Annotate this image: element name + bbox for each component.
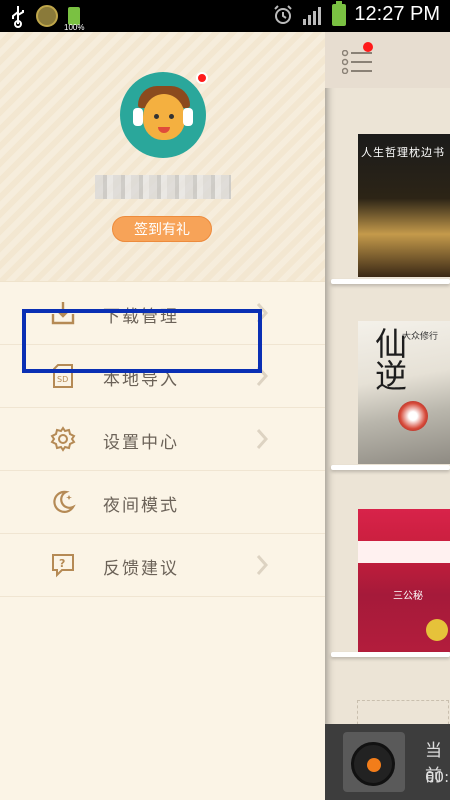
- usb-icon: [12, 6, 24, 28]
- book-author: 大众修行: [402, 332, 439, 342]
- menu-item-settings[interactable]: 设置中心: [0, 408, 325, 471]
- book-title: 人生哲理枕边书: [361, 146, 445, 159]
- gear-icon: [50, 426, 76, 452]
- menu-item-label: 夜间模式: [103, 496, 179, 516]
- player-time: 00:: [425, 768, 450, 786]
- shelf-divider: [331, 652, 450, 657]
- avatar[interactable]: [120, 72, 206, 158]
- clock: 12:27 PM: [354, 3, 440, 25]
- profile-header: 签到有礼: [0, 32, 325, 282]
- book-cover[interactable]: 三公秘: [358, 509, 450, 652]
- signin-reward-button[interactable]: 签到有礼: [112, 216, 212, 242]
- menu-notification-dot: [363, 42, 373, 52]
- menu-item-feedback[interactable]: ? 反馈建议: [0, 534, 325, 597]
- book-cover[interactable]: 人生哲理枕边书: [358, 134, 450, 277]
- signal-icon: [303, 6, 322, 25]
- battery-icon: [332, 0, 347, 26]
- menu-item-label: 设置中心: [103, 433, 179, 453]
- menu-item-night-mode[interactable]: 夜间模式: [0, 471, 325, 534]
- feedback-icon: ?: [52, 554, 74, 578]
- chevron-right-icon: [256, 555, 269, 575]
- navigation-drawer: 签到有礼 下载管理 SD 本地导入 设置中心 夜间模式 ? 反馈建议: [0, 32, 325, 800]
- battery-notification-text: 100%: [64, 23, 85, 32]
- shelf-divider: [331, 465, 450, 470]
- chevron-right-icon: [256, 429, 269, 449]
- book-title: 三公秘: [393, 591, 423, 602]
- battery-notification-icon: 100%: [64, 7, 84, 32]
- highlight-box: [22, 309, 262, 373]
- svg-text:SD: SD: [57, 375, 68, 384]
- shelf-divider: [331, 279, 450, 284]
- svg-text:?: ?: [59, 557, 65, 570]
- audio-player-bar[interactable]: 当前 00:: [325, 724, 450, 800]
- book-cover[interactable]: 仙逆 大众修行: [358, 321, 450, 464]
- bookshelf-panel: 人生哲理枕边书 仙逆 大众修行 三公秘 当前 00:: [325, 32, 450, 800]
- username-blurred: [95, 175, 231, 199]
- app-notification-icon: [36, 5, 58, 27]
- shelf-topbar: [325, 32, 450, 88]
- alarm-icon: [274, 4, 293, 24]
- record-icon: [343, 732, 405, 792]
- menu-list-icon[interactable]: [342, 50, 374, 74]
- avatar-notification-dot: [196, 72, 208, 84]
- moon-icon: [53, 490, 76, 513]
- status-bar: 100% 12:27 PM: [0, 0, 450, 32]
- menu-item-label: 反馈建议: [103, 559, 179, 579]
